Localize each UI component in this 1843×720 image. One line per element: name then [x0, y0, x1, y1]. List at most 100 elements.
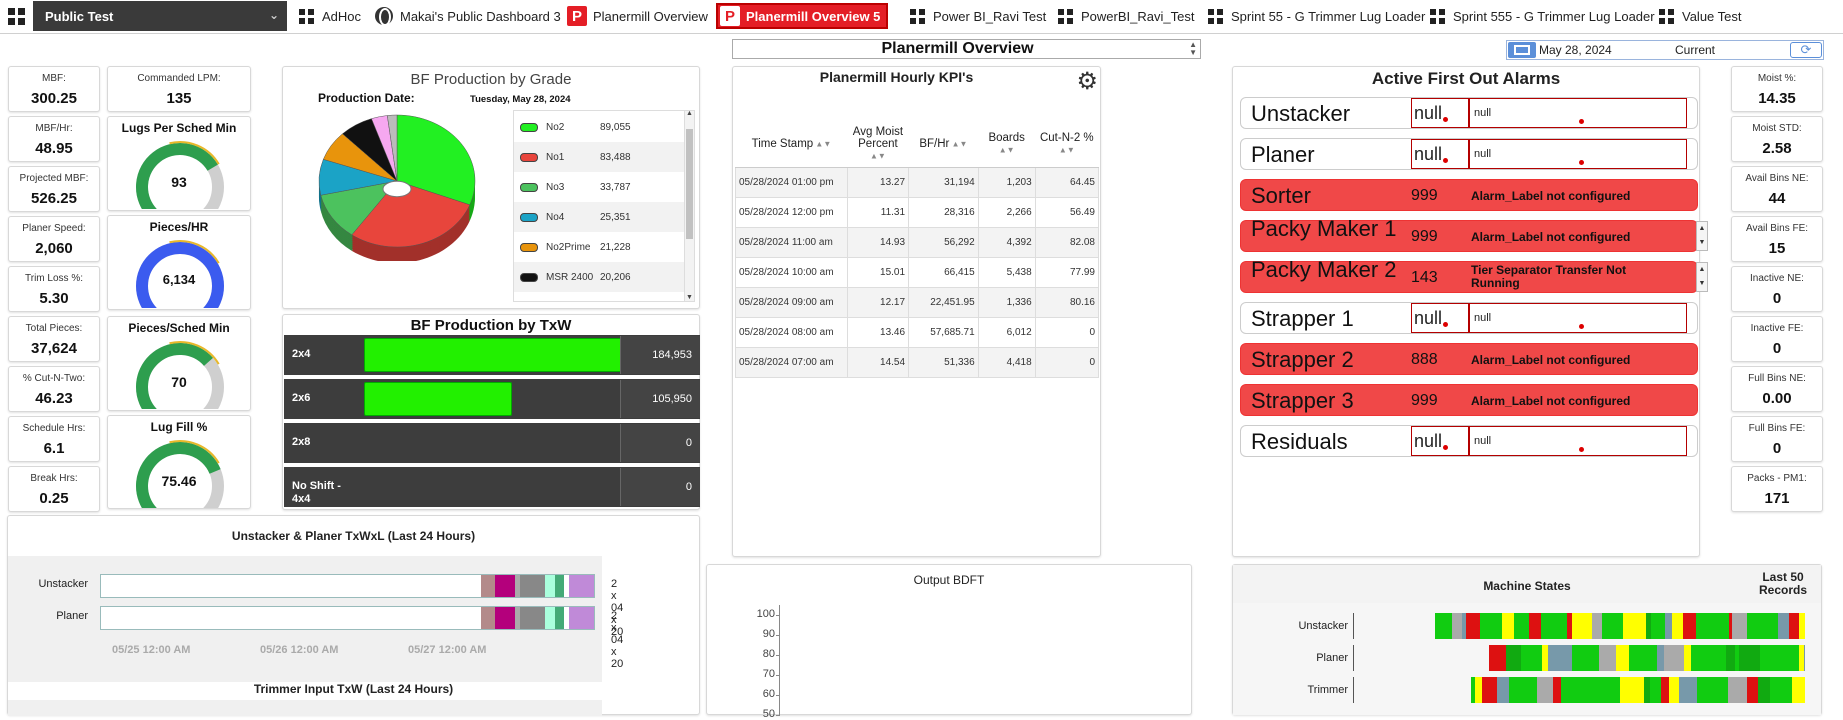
kpi-column-header[interactable]: Avg Moist Percent ▲▼ — [847, 121, 909, 168]
metric-label: Full Bins FE: — [1748, 423, 1806, 434]
kpi-column-label: Boards — [988, 131, 1025, 144]
metric-label: Avail Bins FE: — [1745, 223, 1809, 234]
tab-5[interactable]: PowerBI_Ravi_Test — [1055, 3, 1194, 29]
txwxl-title: Unstacker & Planer TxWxL (Last 24 Hours) — [231, 529, 476, 543]
machine-states-card: Machine States Last 50 Records Unstacker… — [1232, 564, 1822, 715]
legend-scrollbar[interactable]: ▲ ▼ — [684, 111, 694, 301]
txw-row: 2x4 184,953 — [284, 335, 700, 375]
apps-grid-icon[interactable] — [0, 0, 32, 32]
date-picker[interactable]: May 28, 2024 Current ⟳ — [1506, 40, 1824, 60]
legend-item[interactable]: No3 33,787 — [514, 172, 694, 202]
kpi-header-row: Time Stamp ▲▼ Avg Moist Percent ▲▼ BF/Hr ▲… — [735, 121, 1099, 168]
gauge-dial — [136, 341, 224, 409]
tab-0[interactable]: AdHoc — [296, 3, 361, 29]
alarm-row: Packy Maker 2 143 Tier Separator Transfer … — [1240, 260, 1708, 293]
kpi-column-header[interactable]: Cut-N-2 % ▲▼ — [1035, 121, 1099, 168]
tab-label: Planermill Overview — [593, 8, 708, 24]
bf-txw-title: BF Production by TxW — [410, 317, 572, 334]
view-select[interactable]: Planermill Overview ▲ ▼ — [732, 39, 1201, 59]
kpi-cell: 11.31 — [846, 196, 910, 228]
status-dot — [1579, 447, 1584, 452]
top-tab-bar: Public Test ⌄ AdHoc Makai's Public Dashbo… — [0, 0, 1843, 34]
sort-icon[interactable]: ▲▼ — [999, 145, 1015, 154]
legend-item[interactable]: No2 89,055 — [514, 112, 694, 142]
kpi-cell: 14.54 — [846, 346, 910, 378]
kpi-cell: 80.16 — [1034, 286, 1100, 318]
grid-icon — [1656, 6, 1676, 26]
metric-card: MBF: 300.25 — [8, 66, 100, 112]
kpi-cell: 57,685.71 — [908, 316, 979, 348]
sort-icon[interactable]: ▲▼ — [1059, 145, 1075, 154]
date-value: May 28, 2024 — [1539, 43, 1612, 57]
alarm-row: Residuals null null — [1240, 425, 1698, 457]
metric-label: Moist STD: — [1752, 123, 1802, 134]
chevron-up-icon[interactable]: ▲ — [686, 111, 693, 117]
tab-label: PowerBI_Ravi_Test — [1081, 8, 1195, 24]
calendar-icon[interactable] — [1508, 42, 1536, 58]
kpi-column-header[interactable]: BF/Hr ▲▼ — [908, 121, 979, 168]
grid-icon — [1205, 6, 1225, 26]
machine-state-segment — [1552, 677, 1561, 703]
tab-7[interactable]: Sprint 555 - G Trimmer Lug Loader — [1427, 3, 1655, 29]
refresh-icon[interactable]: ⟳ — [1790, 42, 1822, 58]
machine-state-segment — [1598, 645, 1616, 671]
machine-state-segment — [1571, 613, 1592, 639]
timeline-value: 2 x 04 x 20 — [611, 610, 624, 670]
kpi-cell: 51,336 — [908, 346, 979, 378]
legend-item[interactable]: MSR 2400 20,206 — [514, 262, 694, 292]
output-bdft-card: Output BDFT 100 90 80 70 60 50 — [706, 564, 1192, 720]
tab-4[interactable]: Power BI_Ravi Test — [907, 3, 1046, 29]
kpi-title: Planermill Hourly KPI's — [819, 69, 974, 85]
metric-label: Commanded LPM: — [137, 73, 221, 84]
alarm-scrollbar[interactable]: ▲ ▼ — [1696, 262, 1708, 292]
project-select[interactable]: Public Test ⌄ — [33, 1, 287, 31]
txw-label: 2x8 — [292, 436, 311, 448]
alarm-row: Strapper 1 null null — [1240, 302, 1698, 334]
legend-name: No1 — [546, 151, 565, 163]
machine-state-segment — [1760, 645, 1779, 671]
machine-state-segment — [1615, 645, 1629, 671]
sort-icon[interactable]: ▲▼ — [949, 139, 968, 148]
sort-icon[interactable]: ▲▼ — [870, 151, 886, 160]
bf-txw-card: BF Production by TxW 2x4 184,953 2x6 105,95… — [282, 314, 700, 510]
chevron-down-icon: ⌄ — [268, 8, 279, 22]
chevron-down-icon[interactable]: ▼ — [686, 294, 693, 301]
kpi-column-header[interactable]: Boards ▲▼ — [978, 121, 1036, 168]
legend-swatch — [520, 272, 538, 282]
metric-card: Avail Bins FE: 15 — [1731, 216, 1823, 262]
tab-1[interactable]: Makai's Public Dashboard 3 — [374, 3, 561, 29]
spinner-icon[interactable]: ▲ ▼ — [1189, 41, 1197, 57]
alarm-description: null — [1469, 98, 1687, 128]
kpi-cell: 28,316 — [908, 196, 979, 228]
metric-label: Inactive NE: — [1750, 273, 1804, 284]
y-tick-mark — [776, 635, 780, 636]
status-dot — [1579, 119, 1584, 124]
tab-6[interactable]: Sprint 55 - G Trimmer Lug Loader — [1205, 3, 1425, 29]
alarm-scrollbar[interactable]: ▲ ▼ — [1696, 221, 1708, 251]
machine-states-title: Machine States — [1483, 579, 1571, 593]
tab-label: Power BI_Ravi Test — [933, 8, 1047, 24]
legend-scroll-thumb[interactable] — [686, 129, 693, 239]
kpi-cell: 1,203 — [977, 166, 1036, 198]
tab-8[interactable]: Value Test — [1656, 3, 1742, 29]
tab-3[interactable]: P Planermill Overview 5 — [716, 3, 889, 29]
gear-icon[interactable]: ⚙ — [1076, 67, 1098, 96]
legend-item[interactable]: No2Prime 21,228 — [514, 232, 694, 262]
timeline-segment — [480, 575, 496, 597]
alarm-row: Strapper 2 888 Alarm_Label not configured — [1240, 343, 1698, 375]
machine-states-header: Machine States Last 50 Records — [1233, 565, 1821, 603]
sort-icon[interactable]: ▲▼ — [813, 139, 831, 148]
kpi-cell: 77.99 — [1034, 256, 1100, 288]
kpi-column-header[interactable]: Time Stamp ▲▼ — [735, 121, 848, 168]
machine-state-segment — [1690, 645, 1711, 671]
metric-value: 171 — [1764, 490, 1790, 507]
production-date-value: Tuesday, May 28, 2024 — [470, 94, 571, 105]
legend-item[interactable]: No1 83,488 — [514, 142, 694, 172]
tab-2[interactable]: P Planermill Overview — [567, 3, 708, 29]
machine-state-segment — [1747, 677, 1759, 703]
legend-item[interactable]: No4 25,351 — [514, 202, 694, 232]
kpi-cell: 22,451.95 — [908, 286, 979, 318]
txw-label: 2x6 — [292, 392, 311, 404]
table-row: 05/28/2024 01:00 pm 13.27 31,194 1,203 64.45 — [735, 166, 1100, 198]
table-row: 05/28/2024 09:00 am 12.17 22,451.95 1,336 80… — [735, 286, 1100, 318]
